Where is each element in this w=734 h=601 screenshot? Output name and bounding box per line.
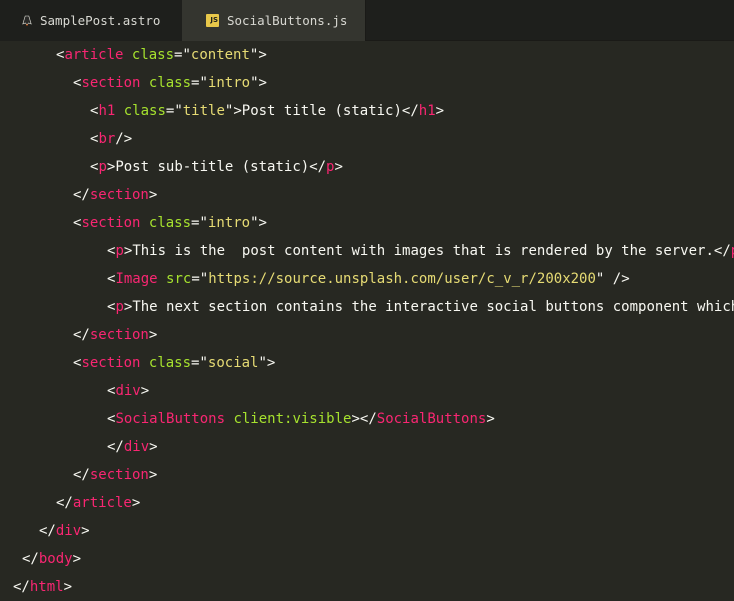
- tab-label: SamplePost.astro: [40, 13, 161, 28]
- tab-samplepost-astro[interactable]: SamplePost.astro: [0, 0, 182, 41]
- code-editor[interactable]: <article class="content"> <section class…: [0, 41, 734, 601]
- code-line: <Image src="https://source.unsplash.com/…: [107, 271, 630, 287]
- code-line: </article>: [56, 495, 141, 511]
- code-line: </section>: [73, 327, 158, 343]
- code-line: <section class="intro">: [73, 215, 267, 231]
- code-line: </div>: [107, 439, 158, 455]
- tab-bar: SamplePost.astro JS SocialButtons.js: [0, 0, 734, 41]
- code-line: </div>: [39, 523, 90, 539]
- tab-label: SocialButtons.js: [227, 13, 348, 28]
- code-line: <SocialButtons client:visible></SocialBu…: [107, 411, 495, 427]
- code-line: </section>: [73, 467, 158, 483]
- code-line: <section class="intro">: [73, 75, 267, 91]
- code-line: <h1 class="title">Post title (static)</h…: [90, 103, 445, 119]
- code-line: </body>: [22, 551, 82, 567]
- code-line: <p>This is the post content with images …: [107, 243, 734, 259]
- astro-icon: [22, 15, 32, 27]
- code-line: <section class="social">: [73, 355, 276, 371]
- code-line: </html>: [13, 579, 73, 595]
- code-line: <p>The next section contains the interac…: [107, 299, 734, 315]
- code-line: <br/>: [90, 131, 133, 147]
- code-line: <p>Post sub-title (static)</p>: [90, 159, 343, 175]
- code-line: </section>: [73, 187, 158, 203]
- code-line: <article class="content">: [56, 47, 267, 63]
- js-icon: JS: [206, 14, 219, 27]
- code-line: <div>: [107, 383, 150, 399]
- tab-socialbuttons-js[interactable]: JS SocialButtons.js: [182, 0, 366, 41]
